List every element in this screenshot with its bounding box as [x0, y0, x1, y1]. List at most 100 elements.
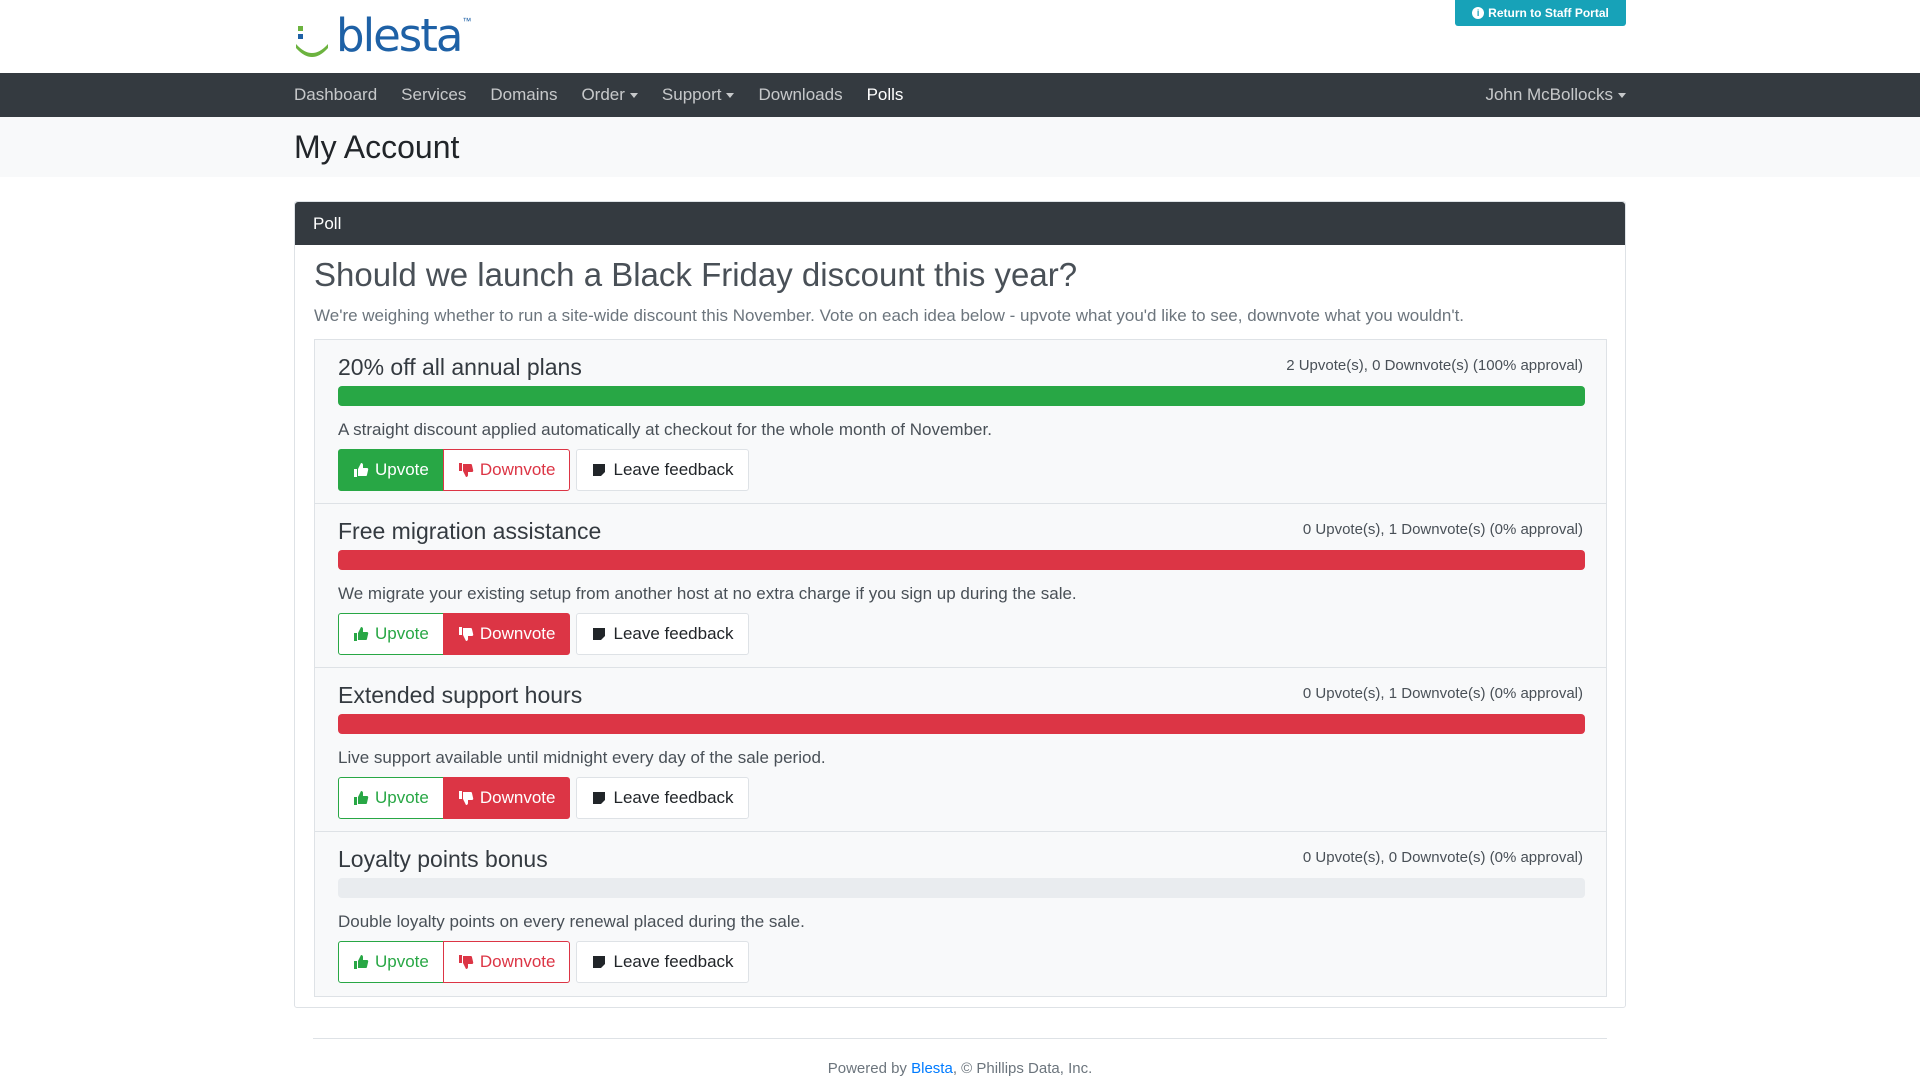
title-band	[0, 117, 1920, 177]
upvote-label: Upvote	[375, 952, 429, 971]
thumbs-up-icon	[353, 790, 369, 806]
footer-divider	[313, 1038, 1607, 1039]
nav-item-label: Downloads	[758, 85, 843, 104]
nav-item-order[interactable]: Order	[581, 85, 638, 105]
user-menu[interactable]: John McBollocks	[1485, 73, 1626, 117]
downvote-label: Downvote	[479, 624, 556, 643]
option-description: A straight discount applied automaticall…	[338, 420, 992, 439]
poll-question: Should we launch a Black Friday discount…	[314, 256, 1078, 293]
caret-down-icon	[1618, 92, 1626, 98]
poll-description: We're weighing whether to run a site-wid…	[314, 306, 1465, 325]
downvote-label: Downvote	[479, 460, 556, 479]
caret-down-icon	[629, 92, 638, 98]
nav-item-downloads[interactable]: Downloads	[758, 85, 842, 105]
feedback-label: Leave feedback	[613, 460, 734, 479]
thumbs-up-icon	[353, 462, 369, 478]
blesta-link[interactable]: Blesta	[911, 1060, 953, 1077]
vote-button-group: Upvote Downvote Leave feedback	[338, 941, 749, 983]
leave-feedback-button[interactable]: Leave feedback	[576, 777, 749, 819]
info-circle-icon: i	[1472, 7, 1485, 19]
nav-item-label: Domains	[490, 85, 558, 104]
blesta-logo[interactable]: blesta ™	[294, 10, 471, 58]
downvote-label: Downvote	[479, 952, 556, 971]
upvote-button[interactable]: Upvote	[338, 613, 444, 655]
nav-item-label: Dashboard	[294, 85, 378, 104]
poll-option: Free migration assistance 0 Upvote(s), 1 …	[315, 504, 1606, 668]
thumbs-down-icon	[458, 626, 474, 642]
thumbs-down-icon	[458, 790, 474, 806]
card-header: Poll	[295, 202, 1625, 245]
nav-item-polls[interactable]: Polls	[867, 85, 904, 105]
leave-feedback-button[interactable]: Leave feedback	[576, 613, 749, 655]
poll-option: Extended support hours 0 Upvote(s), 1 Dow…	[315, 668, 1606, 832]
logo-trademark: ™	[462, 16, 472, 26]
leave-feedback-button[interactable]: Leave feedback	[576, 941, 749, 983]
return-to-staff-portal-button[interactable]: i Return to Staff Portal	[1455, 0, 1626, 26]
logo-wordmark: blesta	[336, 9, 463, 62]
staff-button-label: Return to Staff Portal	[1488, 6, 1609, 20]
vote-button-group: Upvote Downvote Leave feedback	[338, 449, 749, 491]
nav-item-label: Order	[581, 85, 625, 104]
downvote-label: Downvote	[479, 788, 556, 807]
upvote-button[interactable]: Upvote	[338, 941, 444, 983]
sticky-note-icon	[591, 626, 607, 642]
nav-item-domains[interactable]: Domains	[490, 85, 557, 105]
site-header: blesta ™ i Return to Staff Portal	[0, 0, 1920, 73]
downvote-button[interactable]: Downvote	[442, 613, 571, 655]
poll-option: Loyalty points bonus 0 Upvote(s), 0 Downv…	[315, 832, 1606, 996]
page-title: My Account	[294, 129, 460, 165]
approval-progress-fill	[338, 550, 1585, 570]
logo-smile-icon	[296, 26, 328, 57]
feedback-label: Leave feedback	[613, 624, 734, 643]
sticky-note-icon	[591, 462, 607, 478]
approval-progress-bar	[338, 550, 1585, 570]
leave-feedback-button[interactable]: Leave feedback	[576, 449, 749, 491]
footer-suffix: , © Phillips Data, Inc.	[952, 1060, 1093, 1077]
downvote-button[interactable]: Downvote	[442, 941, 571, 983]
feedback-label: Leave feedback	[613, 788, 734, 807]
user-name: John McBollocks	[1485, 85, 1613, 104]
upvote-button[interactable]: Upvote	[338, 777, 444, 819]
nav-item-label: Support	[661, 85, 722, 104]
approval-progress-bar	[338, 878, 1585, 898]
option-description: Live support available until midnight ev…	[338, 748, 826, 767]
upvote-button[interactable]: Upvote	[338, 449, 444, 491]
nav-item-support[interactable]: Support	[662, 85, 735, 105]
poll-card: Poll Should we launch a Black Friday dis…	[294, 201, 1626, 1008]
option-stats: 0 Upvote(s), 1 Downvote(s) (0% approval)	[1302, 521, 1583, 538]
approval-progress-fill	[338, 714, 1585, 734]
approval-progress-fill	[338, 386, 1585, 406]
upvote-label: Upvote	[375, 624, 429, 643]
footer-prefix: Powered by	[827, 1060, 912, 1077]
thumbs-up-icon	[353, 626, 369, 642]
caret-down-icon	[726, 92, 735, 98]
option-description: We migrate your existing setup from anot…	[338, 584, 1077, 603]
option-title: Free migration assistance	[338, 518, 602, 544]
nav-items: Dashboard Services Domains Order Support Down…	[294, 73, 927, 117]
thumbs-up-icon	[353, 954, 369, 970]
upvote-label: Upvote	[375, 460, 429, 479]
option-title: Loyalty points bonus	[338, 846, 548, 872]
main-navbar: Dashboard Services Domains Order Support Down…	[0, 73, 1920, 117]
nav-item-dashboard[interactable]: Dashboard	[294, 85, 377, 105]
sticky-note-icon	[591, 954, 607, 970]
option-title: Extended support hours	[338, 682, 583, 708]
upvote-label: Upvote	[375, 788, 429, 807]
downvote-button[interactable]: Downvote	[442, 449, 571, 491]
option-stats: 0 Upvote(s), 1 Downvote(s) (0% approval)	[1302, 685, 1583, 702]
nav-item-services[interactable]: Services	[401, 85, 466, 105]
feedback-label: Leave feedback	[613, 952, 734, 971]
vote-button-group: Upvote Downvote Leave feedback	[338, 613, 749, 655]
option-description: Double loyalty points on every renewal p…	[338, 912, 805, 931]
footer: Powered by Blesta, © Phillips Data, Inc.	[0, 1060, 1920, 1077]
downvote-button[interactable]: Downvote	[442, 777, 571, 819]
approval-progress-bar	[338, 386, 1585, 406]
poll-option: 20% off all annual plans 2 Upvote(s), 0 D…	[315, 340, 1606, 504]
vote-button-group: Upvote Downvote Leave feedback	[338, 777, 749, 819]
option-stats: 0 Upvote(s), 0 Downvote(s) (0% approval)	[1302, 849, 1583, 866]
thumbs-down-icon	[458, 954, 474, 970]
nav-item-label: Services	[401, 85, 467, 104]
approval-progress-bar	[338, 714, 1585, 734]
poll-options: 20% off all annual plans 2 Upvote(s), 0 D…	[314, 339, 1607, 997]
nav-item-label: Polls	[866, 85, 904, 104]
